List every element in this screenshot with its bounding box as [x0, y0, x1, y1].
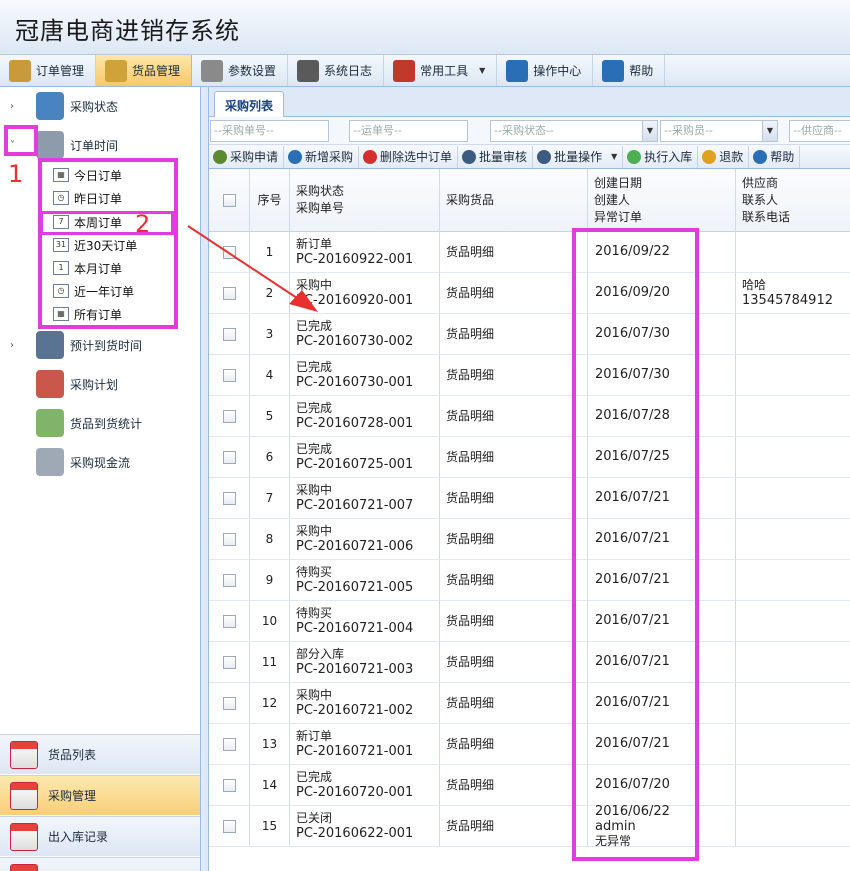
arrow-line — [187, 225, 301, 301]
annotation-arrow — [187, 225, 318, 312]
app-window: 冠唐电商进销存系统 订单管理 货品管理 参数设置 系统日志 常用工具 ▼ 操作中心 帮助 › 采… — [0, 0, 850, 871]
arrow-head — [289, 290, 318, 312]
